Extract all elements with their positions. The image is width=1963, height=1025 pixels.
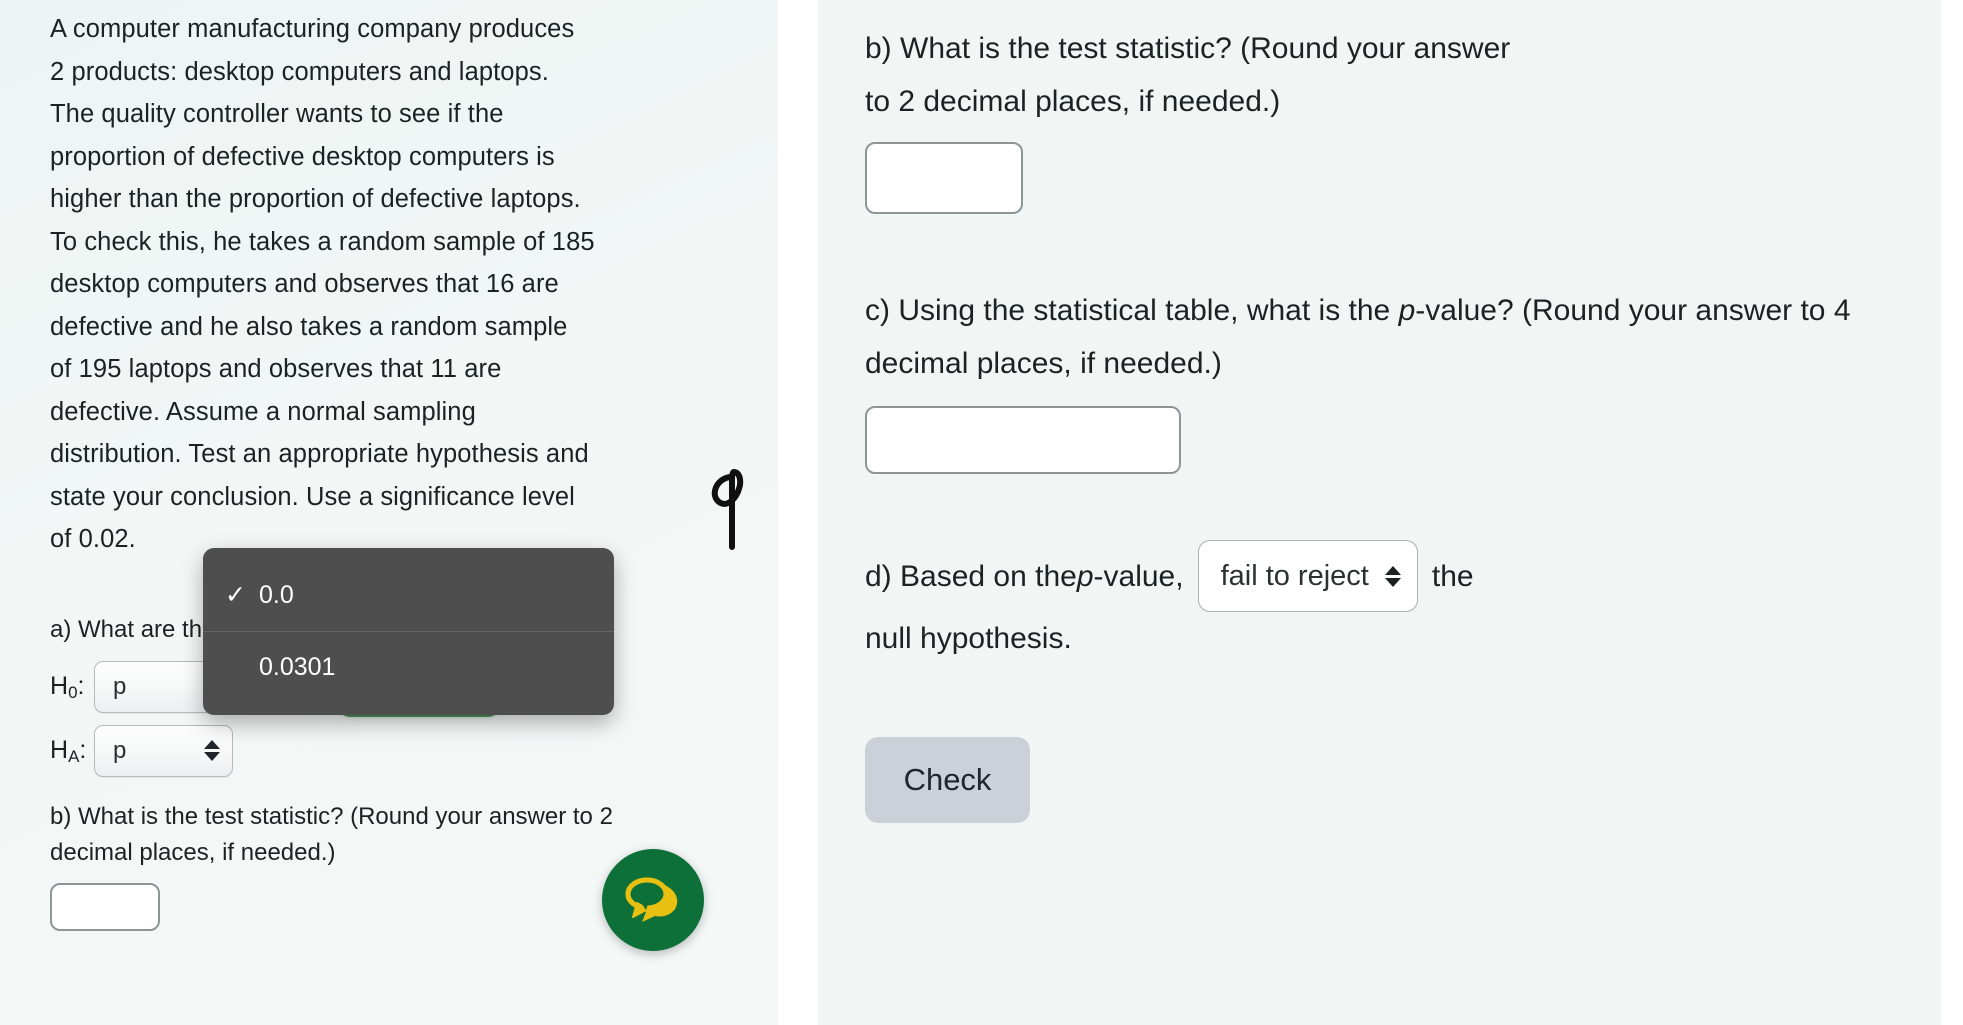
page-root: A computer manufacturing company produce…: [0, 0, 1963, 1025]
hypothesis-alternative-row: HA: p: [50, 724, 730, 777]
chat-launcher-button[interactable]: [602, 849, 704, 951]
answer-c-input[interactable]: [865, 406, 1181, 474]
check-button[interactable]: Check: [865, 737, 1030, 823]
left-answer-b-input[interactable]: [50, 882, 160, 931]
question-d-trailing-word: the: [1431, 559, 1474, 593]
ha-colon: :: [79, 736, 87, 764]
h0-label: H0:: [50, 672, 85, 702]
ha-parameter-value: p: [113, 736, 127, 764]
question-d-line1: d) Based on the p -value, fail to reject …: [865, 540, 1905, 612]
ha-label: HA:: [50, 736, 87, 766]
answer-b-input[interactable]: [865, 142, 1023, 214]
question-d-block: d) Based on the p -value, fail to reject …: [865, 540, 1905, 665]
h0-subscript: 0: [68, 683, 78, 702]
question-c-part1: c) Using the statistical table, what is …: [865, 294, 1399, 327]
right-panel-content: b) What is the test statistic? (Round yo…: [865, 16, 1905, 823]
question-d-line2: null hypothesis.: [865, 622, 1072, 655]
menu-item-1[interactable]: 0.0301: [203, 632, 614, 703]
left-question-b-block: b) What is the test statistic? (Round yo…: [50, 799, 650, 931]
question-d-part2: -value,: [1093, 559, 1184, 593]
question-b-line2: to 2 decimal places, if needed.): [865, 85, 1281, 118]
question-b-line1: b) What is the test statistic? (Round yo…: [865, 32, 1511, 65]
ha-parameter-select[interactable]: p: [94, 724, 233, 777]
question-c-block: c) Using the statistical table, what is …: [865, 284, 1905, 474]
problem-statement: A computer manufacturing company produce…: [50, 15, 595, 553]
menu-item-0-label: 0.0: [259, 581, 294, 609]
chat-bubbles-icon: [625, 877, 678, 922]
updown-arrows-icon: [1384, 565, 1401, 587]
left-question-b-text: b) What is the test statistic? (Round yo…: [50, 802, 613, 866]
ha-subscript: A: [68, 747, 80, 766]
left-panel-content: A computer manufacturing company produce…: [50, 8, 730, 931]
question-c-text: c) Using the statistical table, what is …: [865, 284, 1905, 390]
menu-item-1-label: 0.0301: [259, 653, 336, 681]
right-answer-panel: b) What is the test statistic? (Round yo…: [818, 0, 1941, 1025]
menu-bottom-spacer: [203, 703, 614, 715]
h0-parameter-value: p: [113, 672, 127, 700]
updown-arrows-icon: [204, 740, 220, 761]
check-icon: ✓: [225, 581, 246, 609]
decision-select[interactable]: fail to reject: [1197, 540, 1418, 612]
h0-value-dropdown-menu[interactable]: ✓ 0.0 0.0301: [203, 548, 614, 715]
decision-select-value: fail to reject: [1220, 559, 1369, 592]
menu-top-spacer: [203, 548, 614, 560]
question-d-italic-p: p: [1076, 559, 1094, 593]
question-d-part1: d) Based on the: [865, 559, 1077, 593]
question-b-block: b) What is the test statistic? (Round yo…: [865, 22, 1905, 214]
question-c-italic-p: p: [1398, 294, 1416, 327]
h0-colon: :: [77, 672, 85, 700]
menu-item-0[interactable]: ✓ 0.0: [203, 560, 614, 631]
